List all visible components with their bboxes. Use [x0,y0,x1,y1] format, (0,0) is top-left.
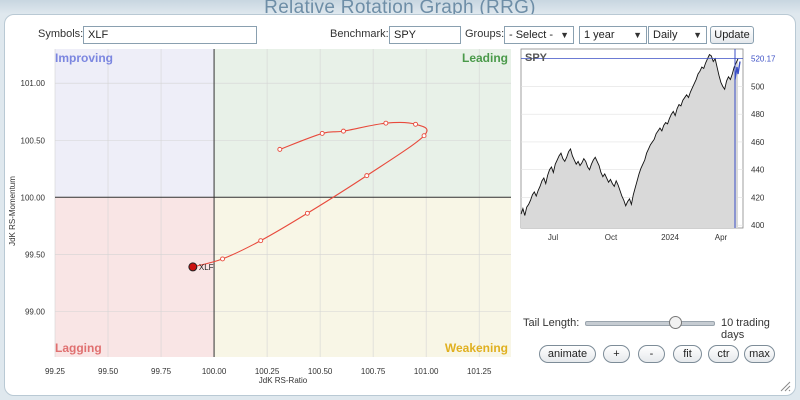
animate-button[interactable]: animate [539,345,596,363]
spy-y-tick-label: 440 [751,166,765,175]
spy-label: SPY [525,52,548,64]
spy-y-tick-label: 480 [751,110,765,119]
tail-length-slider[interactable] [585,321,715,326]
tail-length-label: Tail Length: [523,317,580,329]
spy-y-tick-label: 500 [751,82,765,91]
spy-x-tick-label: Apr [715,233,728,242]
zoom-in-button[interactable]: + [603,345,630,363]
benchmark-price-chart: SPY 500 480 460 440 420 400 520.17 Jul Oct 2024 Apr [520,48,776,242]
fit-button[interactable]: fit [673,345,702,363]
maximize-button[interactable]: max [744,345,775,363]
page-title: Relative Rotation Graph (RRG) [264,0,536,14]
center-button[interactable]: ctr [708,345,739,363]
spy-last-value-label: 520.17 [751,54,776,63]
spy-y-tick-label: 460 [751,138,765,147]
spy-x-tick-label: 2024 [661,233,679,242]
spy-y-tick-label: 420 [751,193,765,202]
spy-x-tick-label: Jul [548,233,558,242]
rrg-panel: Symbols: XLF Benchmark: SPY Groups: - Se… [4,14,796,396]
zoom-out-button[interactable]: - [638,345,665,363]
spy-y-tick-label: 400 [751,221,765,230]
resize-grip-icon[interactable] [779,380,791,392]
spy-x-tick-label: Oct [605,233,618,242]
page-title-strip: Relative Rotation Graph (RRG) [0,0,800,14]
tail-length-slider-thumb[interactable] [668,316,682,329]
tail-length-value: 10 trading days [721,317,770,341]
